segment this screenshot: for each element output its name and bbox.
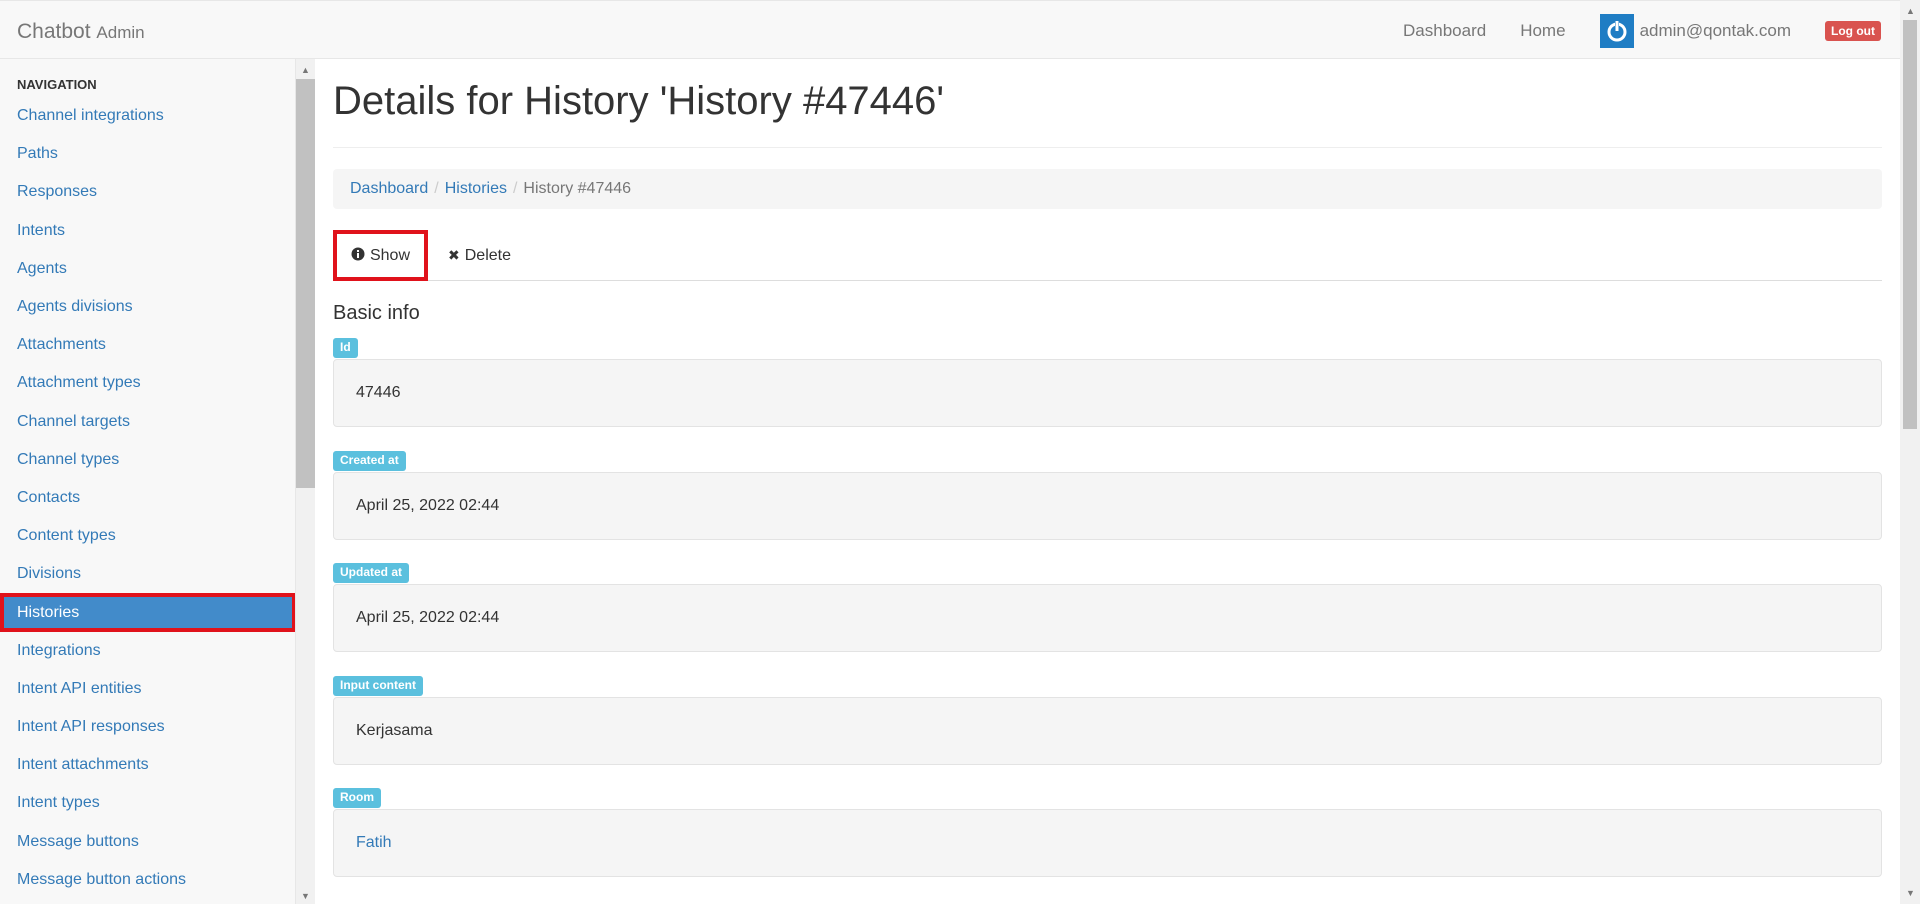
brand-sub[interactable]: Admin xyxy=(96,23,144,42)
sidebar-list: Channel integrations Paths Responses Intent… xyxy=(0,97,295,899)
top-navbar: Chatbot Admin Dashboard Home admin@qonta… xyxy=(0,0,1900,59)
breadcrumb: Dashboard / Histories / History #47446 xyxy=(333,169,1882,209)
sidebar-item-intent-attachments[interactable]: Intent attachments xyxy=(0,746,295,784)
sidebar-item-channel-targets[interactable]: Channel targets xyxy=(0,403,295,441)
sidebar-scroll-thumb[interactable] xyxy=(296,79,315,488)
scroll-up-icon[interactable]: ▲ xyxy=(1906,6,1915,16)
sidebar-scrollbar[interactable]: ▲ ▼ xyxy=(296,59,315,904)
sidebar-item-channel-integrations[interactable]: Channel integrations xyxy=(0,97,295,135)
scroll-up-icon[interactable]: ▲ xyxy=(301,65,310,75)
field-label-room: Room xyxy=(333,788,381,808)
brand[interactable]: Chatbot Admin xyxy=(17,20,145,44)
user-email[interactable]: admin@qontak.com xyxy=(1640,21,1791,41)
sidebar-item-message-buttons[interactable]: Message buttons xyxy=(0,823,295,861)
divider xyxy=(333,147,1882,148)
tab-delete-label: Delete xyxy=(464,246,511,264)
sidebar-item-divisions[interactable]: Divisions xyxy=(0,555,295,593)
field-value-input-content: Kerjasama xyxy=(333,697,1882,765)
brand-name[interactable]: Chatbot xyxy=(17,20,91,43)
sidebar-header: NAVIGATION xyxy=(17,77,97,92)
sidebar-item-intent-api-entities[interactable]: Intent API entities xyxy=(0,670,295,708)
field-value-updated-at: April 25, 2022 02:44 xyxy=(333,584,1882,652)
sidebar-item-intent-api-responses[interactable]: Intent API responses xyxy=(0,708,295,746)
sidebar-item-channel-types[interactable]: Channel types xyxy=(0,441,295,479)
scroll-down-icon[interactable]: ▼ xyxy=(301,891,310,901)
field-value-room[interactable]: Fatih xyxy=(333,809,1882,877)
avatar[interactable] xyxy=(1599,13,1634,48)
page-title: Details for History 'History #47446' xyxy=(333,79,945,123)
sidebar-item-paths[interactable]: Paths xyxy=(0,135,295,173)
sidebar-item-content-types[interactable]: Content types xyxy=(0,517,295,555)
breadcrumb-separator: / xyxy=(512,180,518,197)
field-label-id: Id xyxy=(333,338,358,358)
sidebar-item-attachments[interactable]: Attachments xyxy=(0,326,295,364)
navbar-right: Dashboard Home admin@qontak.com Log out xyxy=(1403,1,1900,60)
sidebar-item-integrations[interactable]: Integrations xyxy=(0,632,295,670)
sidebar-item-intents[interactable]: Intents xyxy=(0,212,295,250)
scroll-down-icon[interactable]: ▼ xyxy=(1906,888,1915,898)
field-label-updated-at: Updated at xyxy=(333,563,410,583)
sidebar-item-responses[interactable]: Responses xyxy=(0,173,295,211)
page-scroll-thumb[interactable] xyxy=(1903,20,1917,429)
breadcrumb-current: History #47446 xyxy=(523,180,632,197)
power-icon xyxy=(1607,20,1627,41)
tab-delete[interactable]: ✖ Delete xyxy=(448,230,511,281)
breadcrumb-separator: / xyxy=(434,180,439,197)
tab-show-label: Show xyxy=(369,246,411,264)
action-tabs: Show ✖ Delete xyxy=(333,230,1882,281)
sidebar-item-agents-divisions[interactable]: Agents divisions xyxy=(0,288,295,326)
field-value-id: 47446 xyxy=(333,359,1882,427)
sidebar-item-contacts[interactable]: Contacts xyxy=(0,479,295,517)
sidebar-item-message-button-actions[interactable]: Message button actions xyxy=(0,861,295,899)
close-icon: ✖ xyxy=(448,247,460,263)
main-content: Details for History 'History #47446' Das… xyxy=(333,59,1882,904)
section-title: Basic info xyxy=(333,302,420,324)
tab-show[interactable]: Show xyxy=(333,230,428,281)
breadcrumb-histories[interactable]: Histories xyxy=(445,180,507,198)
sidebar: NAVIGATION Channel integrations Paths Resp… xyxy=(0,59,296,904)
breadcrumb-dashboard[interactable]: Dashboard xyxy=(350,180,428,198)
info-icon xyxy=(351,247,365,264)
field-label-input-content: Input content xyxy=(333,676,423,696)
sidebar-item-attachment-types[interactable]: Attachment types xyxy=(0,364,295,402)
sidebar-item-intent-types[interactable]: Intent types xyxy=(0,784,295,822)
page-scrollbar[interactable]: ▲ ▼ xyxy=(1900,0,1920,904)
nav-link-dashboard[interactable]: Dashboard xyxy=(1403,21,1486,41)
logout-button[interactable]: Log out xyxy=(1825,20,1881,41)
sidebar-item-agents[interactable]: Agents xyxy=(0,250,295,288)
nav-link-home[interactable]: Home xyxy=(1520,21,1565,41)
field-value-created-at: April 25, 2022 02:44 xyxy=(333,472,1882,540)
sidebar-item-histories[interactable]: Histories xyxy=(0,593,295,632)
field-label-created-at: Created at xyxy=(333,451,406,471)
